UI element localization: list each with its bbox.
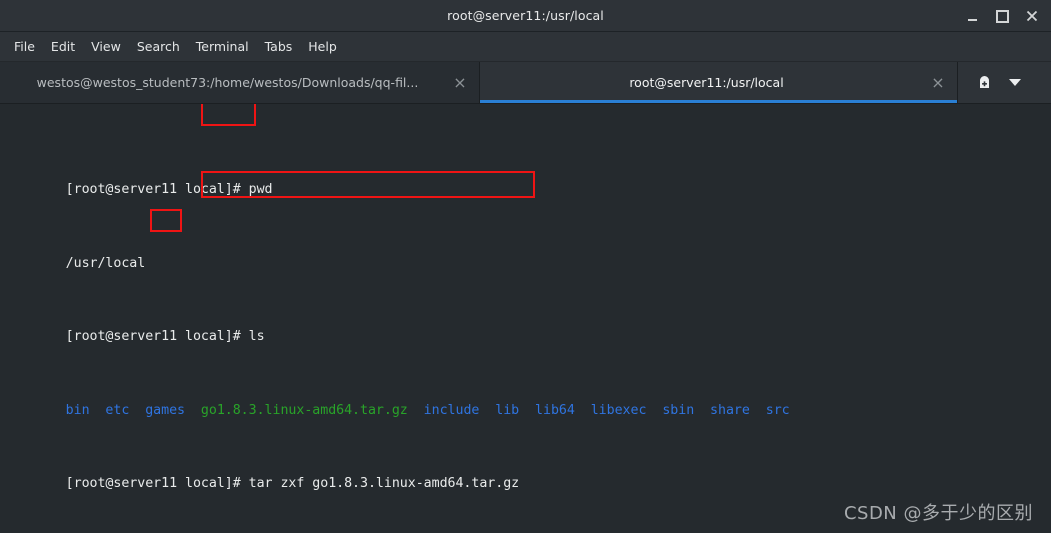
terminal-window: root@server11:/usr/local File Edit View … bbox=[0, 0, 1051, 533]
close-icon[interactable]: × bbox=[453, 73, 467, 92]
window-titlebar: root@server11:/usr/local bbox=[0, 0, 1051, 32]
menu-item-edit[interactable]: Edit bbox=[43, 35, 83, 58]
command-tar-extract: tar zxf go1.8.3.linux-amd64.tar.gz bbox=[248, 475, 520, 491]
terminal-line: bin etc games go1.8.3.linux-amd64.tar.gz… bbox=[2, 383, 1051, 418]
ls-archive-file: go1.8.3.linux-amd64.tar.gz bbox=[200, 402, 408, 418]
shell-prompt: [root@server11 local]# bbox=[65, 182, 249, 198]
close-icon[interactable]: × bbox=[931, 73, 945, 92]
menubar: File Edit View Search Terminal Tabs Help bbox=[0, 32, 1051, 62]
menu-item-terminal[interactable]: Terminal bbox=[188, 35, 257, 58]
tabbar-actions bbox=[958, 62, 1051, 103]
menu-item-view[interactable]: View bbox=[83, 35, 129, 58]
command-ls: ls bbox=[248, 329, 265, 345]
tab-label: root@server11:/usr/local bbox=[629, 75, 784, 90]
terminal-line: [root@server11 local]# pwd bbox=[2, 163, 1051, 197]
menu-item-tabs[interactable]: Tabs bbox=[257, 35, 301, 58]
close-icon[interactable] bbox=[1017, 2, 1047, 30]
minimize-icon[interactable] bbox=[957, 2, 987, 30]
shell-prompt: [root@server11 local]# bbox=[65, 329, 249, 345]
window-title: root@server11:/usr/local bbox=[447, 8, 604, 23]
terminal-body[interactable]: [root@server11 local]# pwd /usr/local [r… bbox=[0, 104, 1051, 533]
csdn-watermark: CSDN @多于少的区别 bbox=[843, 503, 1033, 524]
shell-prompt: [root@server11 local]# bbox=[65, 475, 249, 491]
terminal-line: /usr/local bbox=[2, 236, 1051, 271]
output-current-directory: /usr/local bbox=[65, 255, 146, 271]
menu-item-file[interactable]: File bbox=[6, 35, 43, 58]
ls-dirs-before: bin etc games bbox=[65, 402, 201, 418]
maximize-icon[interactable] bbox=[987, 2, 1017, 30]
new-tab-icon[interactable] bbox=[976, 74, 993, 91]
tab-label: westos@westos_student73:/home/westos/Dow… bbox=[36, 75, 419, 90]
terminal-output: [root@server11 local]# pwd /usr/local [r… bbox=[2, 108, 1051, 533]
tab-root-usr-local[interactable]: root@server11:/usr/local × bbox=[480, 62, 958, 103]
tabbar: westos@westos_student73:/home/westos/Dow… bbox=[0, 62, 1051, 104]
menu-item-search[interactable]: Search bbox=[129, 35, 188, 58]
terminal-line: [root@server11 local]# tar zxf go1.8.3.l… bbox=[2, 457, 1051, 491]
ls-dirs-after: include lib lib64 libexec sbin share src bbox=[407, 402, 790, 418]
chevron-down-icon[interactable] bbox=[1009, 79, 1021, 86]
command-pwd: pwd bbox=[248, 182, 273, 198]
tab-westos-downloads[interactable]: westos@westos_student73:/home/westos/Dow… bbox=[0, 62, 480, 103]
terminal-line: [root@server11 local]# ls bbox=[2, 310, 1051, 344]
menu-item-help[interactable]: Help bbox=[300, 35, 345, 58]
window-controls bbox=[957, 0, 1047, 32]
